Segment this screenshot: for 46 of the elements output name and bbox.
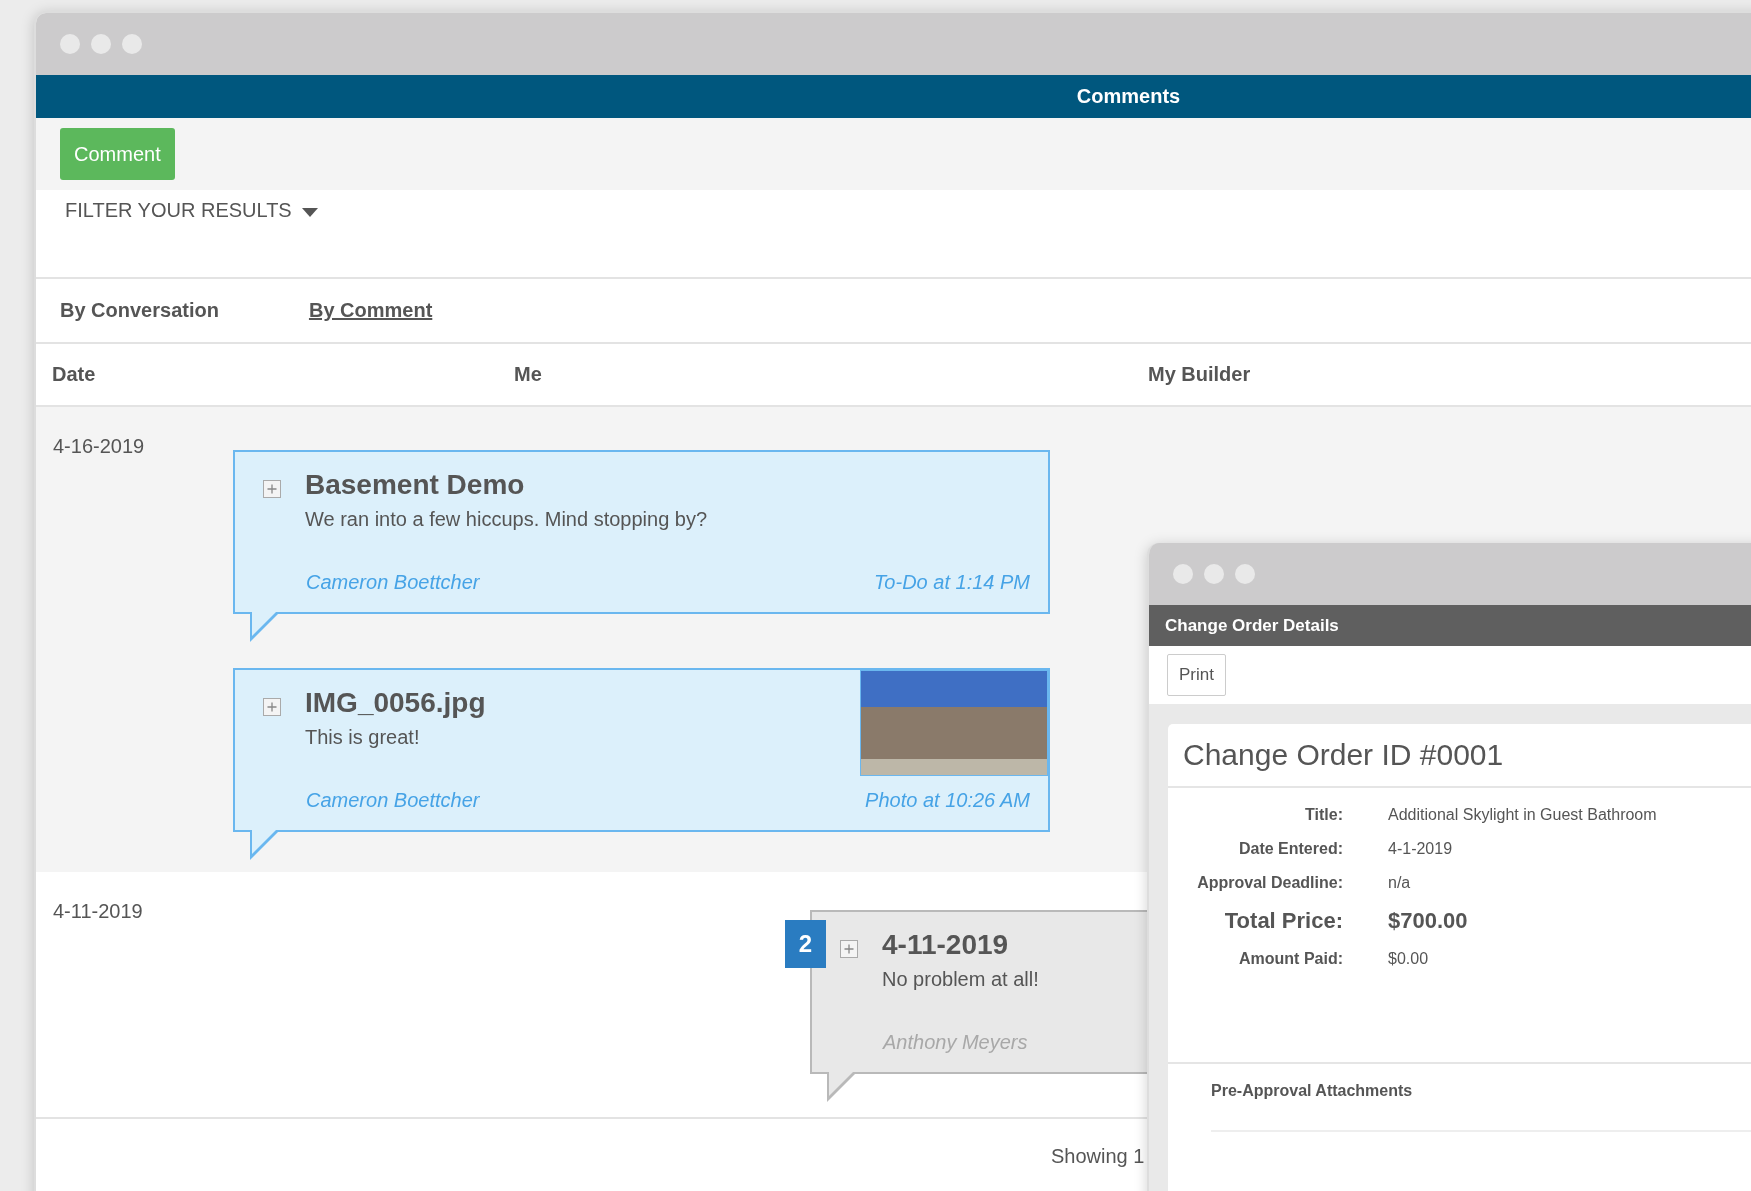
- expand-icon[interactable]: [840, 940, 858, 958]
- field-value: $700.00: [1388, 908, 1468, 934]
- window-header: Comments: [36, 75, 1751, 118]
- comment-text: We ran into a few hiccups. Mind stopping by?: [305, 507, 709, 531]
- window-control-icon[interactable]: [1204, 564, 1224, 584]
- count-badge: 2: [785, 920, 826, 968]
- comment-timestamp: Photo at 10:26 AM: [865, 789, 1030, 812]
- comment-timestamp: To-Do at 1:14 PM: [874, 571, 1030, 594]
- field-value: n/a: [1388, 874, 1411, 892]
- author-name: Anthony Meyers: [883, 1031, 1028, 1053]
- comment-text: This is great!: [305, 725, 421, 749]
- field-label: Date Entered:: [1237, 840, 1344, 858]
- window-control-icon[interactable]: [1235, 564, 1255, 584]
- expand-icon[interactable]: [263, 698, 281, 716]
- builder-column-header: My Builder: [1148, 363, 1251, 386]
- pagination-text: Showing 1: [1051, 1144, 1145, 1168]
- comment-text: No problem at all!: [882, 967, 1040, 991]
- window-control-icon[interactable]: [91, 34, 111, 54]
- window-control-icon[interactable]: [1173, 564, 1193, 584]
- date-column-header: Date: [52, 363, 97, 386]
- field-value: $0.00: [1388, 950, 1429, 968]
- date-label: 4-11-2019: [52, 900, 143, 923]
- view-tab[interactable]: By Comment: [308, 299, 433, 322]
- window-control-icon[interactable]: [122, 34, 142, 54]
- field-label: Title:: [1304, 806, 1344, 824]
- caret-icon: [301, 207, 318, 217]
- me-column-header: Me: [514, 363, 543, 386]
- comment-title: IMG_0056.jpg: [305, 686, 487, 720]
- window-header: Change Order Details: [1149, 605, 1751, 646]
- order-heading: Change Order ID #0001: [1168, 724, 1751, 788]
- print-button[interactable]: Print: [1167, 654, 1226, 696]
- field-label: Total Price:: [1223, 908, 1344, 934]
- section-title: Pre-Approval Attachments: [1211, 1082, 1751, 1132]
- field-label: Approval Deadline:: [1196, 874, 1344, 892]
- view-tab[interactable]: By Conversation: [60, 299, 219, 322]
- expand-icon[interactable]: [263, 480, 281, 498]
- author-name: Cameron Boettcher: [306, 789, 480, 812]
- field-value: 4-1-2019: [1388, 840, 1453, 858]
- field-value: Additional Skylight in Guest Bathroom: [1388, 806, 1657, 824]
- comment-title: Basement Demo: [305, 468, 526, 502]
- filter-dropdown[interactable]: FILTER YOUR RESULTS: [65, 199, 318, 222]
- date-label: 4-16-2019: [52, 435, 145, 458]
- window-control-icon[interactable]: [60, 34, 80, 54]
- author-name: Cameron Boettcher: [306, 571, 480, 594]
- comment-title: 4-11-2019: [882, 928, 1010, 962]
- field-label: Amount Paid:: [1238, 950, 1344, 968]
